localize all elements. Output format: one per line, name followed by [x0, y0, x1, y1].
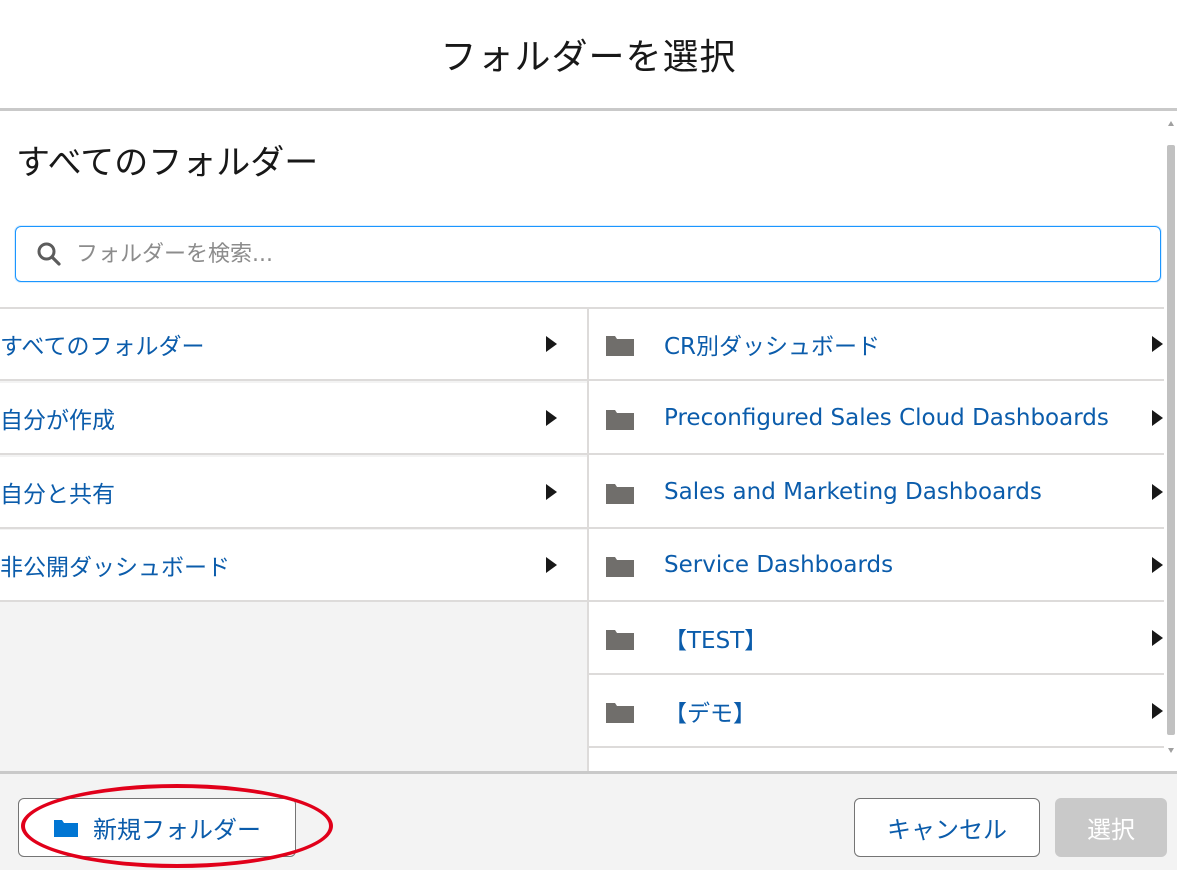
folder-icon: [606, 336, 634, 356]
scrollbar-thumb[interactable]: [1167, 145, 1175, 735]
modal-footer: 新規フォルダー キャンセル 選択: [0, 774, 1177, 870]
folder-item[interactable]: Service Dashboards: [589, 530, 1164, 602]
select-button[interactable]: 選択: [1055, 798, 1167, 857]
folder-item-label: Service Dashboards: [664, 552, 894, 578]
section-heading: すべてのフォルダー: [16, 143, 319, 183]
search-icon: [37, 242, 61, 266]
chevron-right-icon: [1152, 703, 1163, 719]
folder-icon: [606, 703, 634, 723]
chevron-right-icon: [1152, 630, 1163, 646]
chevron-right-icon: [1152, 557, 1163, 573]
folder-item-label: 【TEST】: [664, 628, 768, 654]
left-item-label: 非公開ダッシュボード: [0, 555, 230, 581]
chevron-right-icon: [546, 336, 557, 352]
new-folder-label: 新規フォルダー: [93, 816, 261, 844]
chevron-right-icon: [546, 557, 557, 573]
folder-item-label: Preconfigured Sales Cloud Dashboards: [664, 405, 1109, 431]
left-item-label: 自分と共有: [0, 482, 115, 508]
left-item-private-dashboards[interactable]: 非公開ダッシュボード: [0, 530, 587, 602]
folder-item[interactable]: CR別ダッシュボード: [589, 309, 1164, 381]
scroll-up-icon[interactable]: [1168, 121, 1174, 126]
folder-item-label: Sales and Marketing Dashboards: [664, 479, 1042, 505]
cancel-label: キャンセル: [887, 816, 1007, 844]
search-field[interactable]: [15, 226, 1161, 282]
folder-icon: [54, 819, 78, 837]
folder-item-label: CR別ダッシュボード: [664, 334, 881, 360]
chevron-right-icon: [546, 484, 557, 500]
folder-item-label: 【デモ】: [664, 701, 756, 727]
chevron-right-icon: [1152, 484, 1163, 500]
left-item-label: 自分が作成: [0, 408, 115, 434]
folder-item[interactable]: Sales and Marketing Dashboards: [589, 457, 1164, 529]
scroll-down-icon[interactable]: [1168, 748, 1174, 753]
folder-item[interactable]: 【TEST】: [589, 603, 1164, 675]
new-folder-button[interactable]: 新規フォルダー: [18, 798, 296, 857]
left-item-shared-with-me[interactable]: 自分と共有: [0, 457, 587, 529]
chevron-right-icon: [1152, 410, 1163, 426]
folder-icon: [606, 630, 634, 650]
left-item-label: すべてのフォルダー: [0, 334, 205, 360]
select-label: 選択: [1087, 816, 1135, 844]
modal-title: フォルダーを選択: [440, 37, 737, 78]
folder-icon: [606, 557, 634, 577]
folder-item[interactable]: Preconfigured Sales Cloud Dashboards: [589, 383, 1164, 455]
folder-icon: [606, 484, 634, 504]
left-item-all-folders[interactable]: すべてのフォルダー: [0, 309, 587, 381]
search-input[interactable]: [74, 233, 1128, 275]
folder-item[interactable]: 【デモ】: [589, 676, 1164, 748]
cancel-button[interactable]: キャンセル: [854, 798, 1040, 857]
folder-icon: [606, 410, 634, 430]
left-item-created-by-me[interactable]: 自分が作成: [0, 383, 587, 455]
chevron-right-icon: [1152, 336, 1163, 352]
folder-select-modal: フォルダーを選択 すべてのフォルダー すべてのフォルダー 自分が作成 自分と共有…: [0, 0, 1177, 870]
chevron-right-icon: [546, 410, 557, 426]
